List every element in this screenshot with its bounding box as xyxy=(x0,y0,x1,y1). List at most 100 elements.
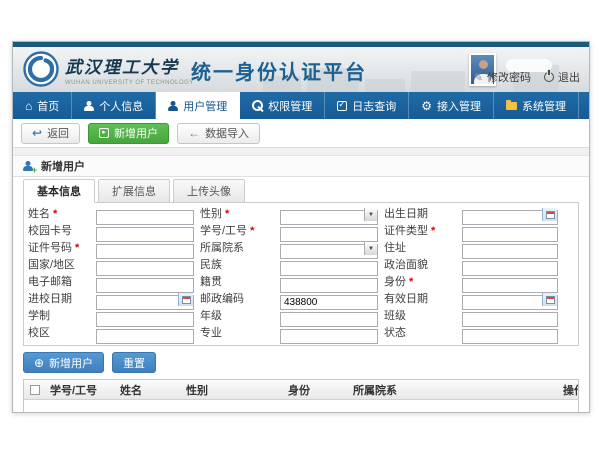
nav-item-home[interactable]: ⌂首页 xyxy=(13,92,72,119)
main-nav: ⌂首页个人信息用户管理权限管理日志查询⚙接入管理系统管理订阅管理 xyxy=(13,92,589,119)
key-icon xyxy=(252,100,263,111)
section-title: 新增用户 xyxy=(41,158,85,174)
table-header-2: 性别 xyxy=(182,382,284,398)
name-field xyxy=(96,207,194,222)
schooling-length-label: 学制 xyxy=(28,309,90,324)
ethnicity-input[interactable] xyxy=(280,261,378,276)
plus-circle-icon: ⊕ xyxy=(34,357,44,369)
status-input[interactable] xyxy=(462,329,558,344)
nav-item-permission-management[interactable]: 权限管理 xyxy=(240,92,325,119)
address-input[interactable] xyxy=(462,244,558,259)
major-label: 专业 xyxy=(200,326,274,341)
id-type-input[interactable] xyxy=(462,227,558,242)
major-input[interactable] xyxy=(280,329,378,344)
political-status-input[interactable] xyxy=(462,261,558,276)
country-region-input[interactable] xyxy=(96,261,194,276)
table-checkbox-cell xyxy=(24,385,46,395)
table-header-row: 学号/工号姓名性别身份所属院系操作 xyxy=(24,380,578,400)
nav-item-personal-info[interactable]: 个人信息 xyxy=(72,92,156,119)
ethnicity-label: 民族 xyxy=(200,258,274,273)
header: 武汉理工大学 WUHAN UNIVERSITY OF TECHNOLOGY 统一… xyxy=(13,47,589,92)
name-label: 姓名* xyxy=(28,207,90,222)
entry-date-label: 进校日期 xyxy=(28,292,90,307)
basic-info-panel: 姓名*性别*▼出生日期校园卡号学号/工号*证件类型*证件号码*所属院系▼住址国家… xyxy=(23,202,579,346)
country-region-field xyxy=(96,258,194,273)
table-body-empty xyxy=(24,400,578,412)
student-staff-no-label: 学号/工号* xyxy=(200,224,274,239)
native-place-field xyxy=(280,275,378,290)
power-icon xyxy=(544,72,554,82)
email-input[interactable] xyxy=(96,278,194,293)
tab-basic-info[interactable]: 基本信息 xyxy=(23,179,95,203)
campus-card-no-input[interactable] xyxy=(96,227,194,242)
select-all-checkbox[interactable] xyxy=(30,385,40,395)
user-table: 学号/工号姓名性别身份所属院系操作 xyxy=(23,379,579,413)
nav-item-subscription-management[interactable]: 订阅管理 xyxy=(579,92,590,119)
required-asterisk: * xyxy=(409,276,413,288)
address-field xyxy=(462,241,558,256)
change-password-link[interactable]: ✎ 修改密码 xyxy=(474,69,531,85)
department-label: 所属院系 xyxy=(200,241,274,256)
university-name-en: WUHAN UNIVERSITY OF TECHNOLOGY xyxy=(65,80,194,86)
required-asterisk: * xyxy=(53,208,57,220)
valid-date-calendar-button[interactable] xyxy=(542,293,557,306)
native-place-input[interactable] xyxy=(280,278,378,293)
required-asterisk: * xyxy=(75,242,79,254)
student-staff-no-input[interactable] xyxy=(280,227,378,242)
tab-extended-info[interactable]: 扩展信息 xyxy=(98,179,170,203)
grade-input[interactable] xyxy=(280,312,378,327)
birth-date-calendar-button[interactable] xyxy=(542,208,557,221)
identity-input[interactable] xyxy=(462,278,558,293)
person-icon xyxy=(84,101,94,111)
class-field xyxy=(462,309,558,324)
email-field xyxy=(96,275,194,290)
divider-band xyxy=(13,147,589,156)
nav-label-home: 首页 xyxy=(37,98,59,114)
postal-code-field xyxy=(280,292,378,307)
data-import-button[interactable]: ← 数据导入 xyxy=(177,123,260,144)
nav-item-log-query[interactable]: 日志查询 xyxy=(325,92,409,119)
email-label: 电子邮箱 xyxy=(28,275,90,290)
form-actions: ⊕ 新增用户 重置 xyxy=(23,352,579,373)
back-button[interactable]: ↩ 返回 xyxy=(21,123,80,144)
political-status-label: 政治面貌 xyxy=(384,258,456,273)
required-asterisk: * xyxy=(225,208,229,220)
gender-dropdown-button[interactable]: ▼ xyxy=(364,208,377,221)
plus-icon: + xyxy=(32,165,37,175)
nav-item-user-management[interactable]: 用户管理 xyxy=(156,92,240,119)
address-label: 住址 xyxy=(384,241,456,256)
name-input[interactable] xyxy=(96,210,194,225)
id-number-input[interactable] xyxy=(96,244,194,259)
campus-input[interactable] xyxy=(96,329,194,344)
check-square-icon xyxy=(337,101,347,111)
postal-code-input[interactable] xyxy=(280,295,378,310)
nav-item-system-management[interactable]: 系统管理 xyxy=(494,92,579,119)
add-user-toolbar-label: 新增用户 xyxy=(114,125,158,141)
department-dropdown-button[interactable]: ▼ xyxy=(364,242,377,255)
schooling-length-input[interactable] xyxy=(96,312,194,327)
reset-button[interactable]: 重置 xyxy=(112,352,156,373)
app-window: 武汉理工大学 WUHAN UNIVERSITY OF TECHNOLOGY 统一… xyxy=(12,41,590,413)
entry-date-calendar-button[interactable] xyxy=(178,293,193,306)
required-asterisk: * xyxy=(431,225,435,237)
table-header-0: 学号/工号 xyxy=(46,382,116,398)
add-user-submit-label: 新增用户 xyxy=(49,355,93,371)
add-user-submit-button[interactable]: ⊕ 新增用户 xyxy=(23,352,104,373)
pencil-icon: ✎ xyxy=(474,71,483,84)
table-header-3: 身份 xyxy=(284,382,349,398)
skyline-decoration xyxy=(365,79,405,92)
nav-item-access-management[interactable]: ⚙接入管理 xyxy=(409,92,494,119)
logout-link[interactable]: 退出 xyxy=(544,69,580,85)
add-user-toolbar-button[interactable]: ▸ 新增用户 xyxy=(88,123,169,144)
id-type-label: 证件类型* xyxy=(384,224,456,239)
campus-label: 校区 xyxy=(28,326,90,341)
tab-upload-avatar[interactable]: 上传头像 xyxy=(173,179,245,203)
id-number-label: 证件号码* xyxy=(28,241,90,256)
avatar-head xyxy=(479,60,488,69)
class-input[interactable] xyxy=(462,312,558,327)
form-tabs: 基本信息 扩展信息 上传头像 xyxy=(13,177,589,202)
id-type-field xyxy=(462,224,558,239)
student-staff-no-field xyxy=(280,224,378,239)
calendar-icon xyxy=(546,211,555,219)
grade-field xyxy=(280,309,378,324)
